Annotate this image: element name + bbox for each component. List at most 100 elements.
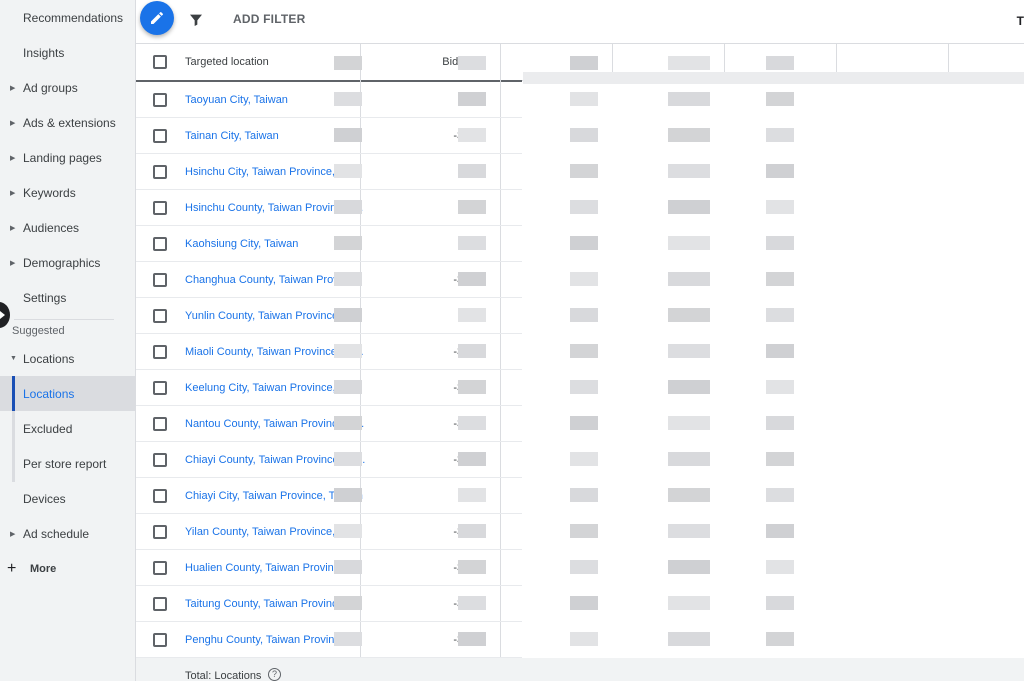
obscured-cell <box>668 596 710 610</box>
obscured-cell <box>668 560 710 574</box>
obscured-cell <box>458 560 486 574</box>
obscured-cell <box>570 128 598 142</box>
sidebar-item-label: Locations <box>23 386 75 401</box>
obscured-cell <box>458 380 486 394</box>
obscured-cell <box>668 416 710 430</box>
caret-right-icon: ▶ <box>10 259 16 267</box>
obscured-cell <box>334 272 362 286</box>
obscured-cell <box>766 524 794 538</box>
obscured-cell <box>334 380 362 394</box>
obscured-cell <box>334 452 362 466</box>
obscured-cell <box>766 128 794 142</box>
obscured-cell <box>458 92 486 106</box>
sidebar-item-devices[interactable]: Devices <box>0 481 135 516</box>
sidebar-item-per-store-report[interactable]: Per store report <box>0 446 135 481</box>
sidebar-item-settings[interactable]: Settings <box>0 280 135 315</box>
edit-button[interactable] <box>140 1 174 35</box>
row-checkbox[interactable] <box>153 129 167 143</box>
obscured-cell <box>570 488 598 502</box>
row-checkbox[interactable] <box>153 165 167 179</box>
sidebar-item-ad-groups[interactable]: ▶ Ad groups <box>0 70 135 105</box>
select-all-checkbox[interactable] <box>153 55 167 69</box>
obscured-cell <box>668 272 710 286</box>
sidebar-item-landing-pages[interactable]: ▶ Landing pages <box>0 140 135 175</box>
row-checkbox[interactable] <box>153 633 167 647</box>
row-checkbox[interactable] <box>153 309 167 323</box>
sidebar-item-ads-extensions[interactable]: ▶ Ads & extensions <box>0 105 135 140</box>
obscured-cell <box>570 452 598 466</box>
row-checkbox[interactable] <box>153 345 167 359</box>
caret-right-icon: ▶ <box>10 119 16 127</box>
sidebar-item-label: Devices <box>23 491 66 506</box>
obscured-cell <box>668 200 710 214</box>
sidebar-item-ad-schedule[interactable]: ▶ Ad schedule <box>0 516 135 551</box>
sidebar-nav: Recommendations Insights ▶ Ad groups ▶ Ads & … <box>0 0 136 681</box>
location-link[interactable]: Taoyuan City, Taiwan <box>185 94 288 106</box>
toolbar-edge-text: T <box>1016 14 1024 28</box>
more-button[interactable]: + More <box>0 551 135 586</box>
obscured-cell <box>766 92 794 106</box>
obscured-cell <box>668 452 710 466</box>
sidebar-item-locations-group[interactable]: ▼ Locations <box>0 341 135 376</box>
sidebar-item-label: Landing pages <box>23 150 102 165</box>
caret-right-icon: ▶ <box>10 530 16 538</box>
row-checkbox[interactable] <box>153 453 167 467</box>
obscured-cell <box>334 56 362 70</box>
obscured-cell <box>334 236 362 250</box>
obscured-cell <box>570 632 598 646</box>
obscured-cell <box>458 236 486 250</box>
row-checkbox[interactable] <box>153 597 167 611</box>
sidebar-item-keywords[interactable]: ▶ Keywords <box>0 175 135 210</box>
row-checkbox[interactable] <box>153 417 167 431</box>
obscured-cell <box>570 380 598 394</box>
obscured-cell <box>668 308 710 322</box>
obscured-cell <box>668 344 710 358</box>
sidebar-item-demographics[interactable]: ▶ Demographics <box>0 245 135 280</box>
obscured-cell <box>334 596 362 610</box>
obscured-cell <box>766 344 794 358</box>
row-checkbox[interactable] <box>153 525 167 539</box>
sidebar-item-insights[interactable]: Insights <box>0 35 135 70</box>
row-checkbox[interactable] <box>153 237 167 251</box>
sidebar-item-audiences[interactable]: ▶ Audiences <box>0 210 135 245</box>
obscured-band <box>523 72 1024 84</box>
help-icon[interactable]: ? <box>268 668 281 681</box>
funnel-icon[interactable] <box>188 12 204 28</box>
add-filter-button[interactable]: ADD FILTER <box>233 12 305 26</box>
obscured-cell <box>458 272 486 286</box>
row-checkbox[interactable] <box>153 489 167 503</box>
location-link[interactable]: Taitung County, Taiwan Province, ... <box>185 598 359 610</box>
more-label: More <box>30 562 57 575</box>
sidebar-item-recommendations[interactable]: Recommendations <box>0 0 135 35</box>
sidebar-item-label: Ad schedule <box>23 526 90 541</box>
sidebar-section-label: Suggested <box>12 325 65 337</box>
location-link[interactable]: Yunlin County, Taiwan Province, T... <box>185 310 359 322</box>
row-checkbox[interactable] <box>153 381 167 395</box>
obscured-cell <box>334 308 362 322</box>
sidebar-item-label: Excluded <box>23 421 73 436</box>
obscured-cell <box>668 632 710 646</box>
sidebar-item-label: Ad groups <box>23 80 78 95</box>
obscured-cell <box>766 416 794 430</box>
sidebar-item-excluded[interactable]: Excluded <box>0 411 135 446</box>
row-checkbox[interactable] <box>153 201 167 215</box>
row-checkbox[interactable] <box>153 93 167 107</box>
total-label: Total: Locations <box>185 670 262 681</box>
row-checkbox[interactable] <box>153 273 167 287</box>
column-header-targeted-location[interactable]: Targeted location <box>185 56 269 68</box>
sidebar-item-locations[interactable]: Locations <box>0 376 135 411</box>
obscured-cell <box>766 56 794 70</box>
obscured-cell <box>766 560 794 574</box>
sidebar-item-label: Per store report <box>23 456 107 471</box>
caret-right-icon: ▶ <box>10 84 16 92</box>
obscured-metrics-region <box>334 44 1024 681</box>
sidebar-item-label: Insights <box>23 45 65 60</box>
obscured-cell <box>570 56 598 70</box>
location-link[interactable]: Kaohsiung City, Taiwan <box>185 238 298 250</box>
row-checkbox[interactable] <box>153 561 167 575</box>
sidebar-item-label: Ads & extensions <box>23 115 116 130</box>
obscured-cell <box>766 632 794 646</box>
sidebar-item-label: Demographics <box>23 255 101 270</box>
location-link[interactable]: Tainan City, Taiwan <box>185 130 279 142</box>
toolbar: ADD FILTER T <box>136 0 1024 44</box>
